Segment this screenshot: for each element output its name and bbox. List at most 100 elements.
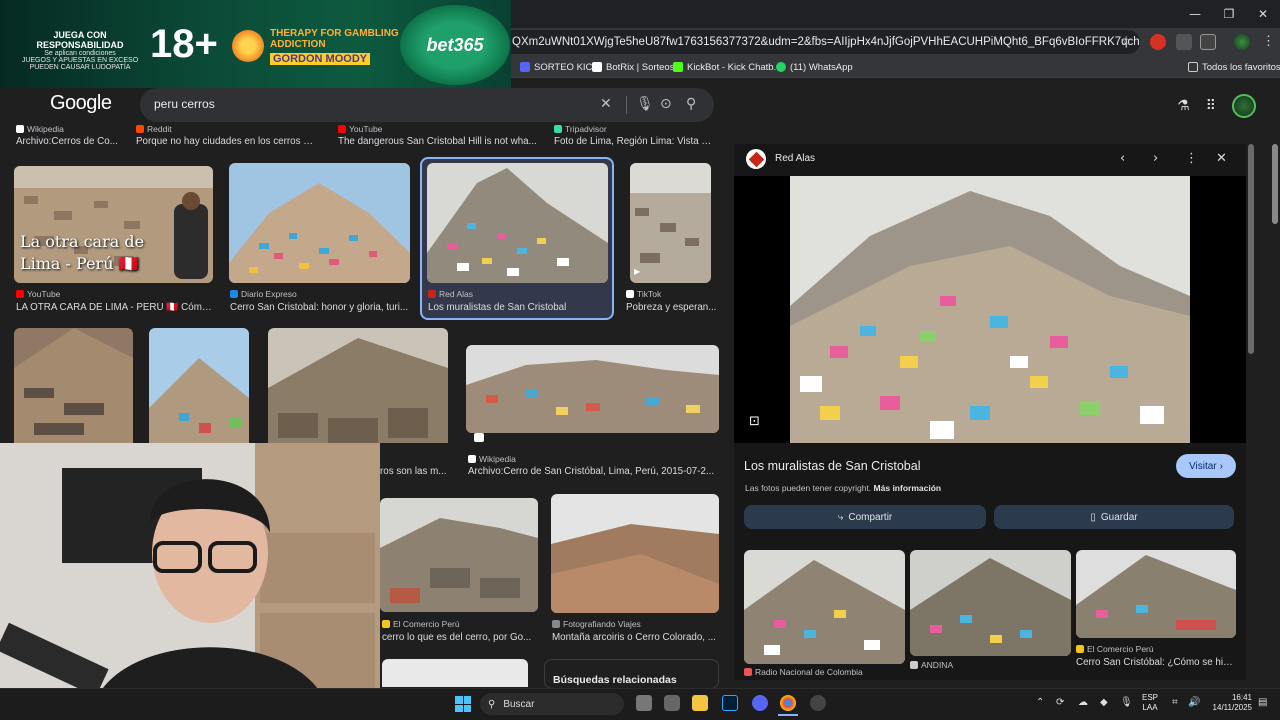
result-title[interactable]: Archivo:Cerros de Co... xyxy=(16,136,126,147)
result-image[interactable] xyxy=(268,328,448,443)
result-image[interactable] xyxy=(229,163,410,283)
rainbow-mountain-photo xyxy=(551,494,719,613)
all-bookmarks[interactable]: Todos los favoritos xyxy=(1188,56,1280,78)
onedrive-icon[interactable]: ☁ xyxy=(1078,697,1088,708)
related-image[interactable] xyxy=(910,550,1071,656)
result-title[interactable]: LA OTRA CARA DE LIMA - PERÚ 🇵🇪 Cómo ... xyxy=(16,302,214,313)
next-icon[interactable]: › xyxy=(1153,151,1158,166)
panel-title[interactable]: Los muralistas de San Cristobal xyxy=(744,459,920,473)
result-title[interactable]: The dangerous San Cristobal Hill is not … xyxy=(338,136,538,147)
search-input[interactable]: peru cerros xyxy=(154,97,215,111)
file-explorer-icon[interactable] xyxy=(692,695,708,711)
related-image[interactable] xyxy=(744,550,905,664)
panel-scrollbar[interactable] xyxy=(1248,144,1254,354)
bookmark-item[interactable]: (11) WhatsApp xyxy=(776,56,853,78)
tray-app-icon[interactable]: ◆ xyxy=(1100,697,1108,708)
chrome-icon[interactable] xyxy=(780,695,796,711)
app-icon[interactable] xyxy=(664,695,680,711)
bookmark-item[interactable]: BotRix | Sorteos xyxy=(592,56,674,78)
maximize-icon[interactable]: ❐ xyxy=(1212,0,1246,28)
save-button[interactable]: ▯ Guardar xyxy=(994,505,1234,529)
related-image[interactable] xyxy=(1076,550,1236,638)
volume-icon[interactable]: 🔊 xyxy=(1188,697,1200,708)
apps-grid-icon[interactable]: ⠿ xyxy=(1206,98,1216,114)
source-label: Reddit xyxy=(147,124,172,134)
result-title[interactable]: Pobreza y esperan... xyxy=(626,302,718,313)
labs-flask-icon[interactable]: ⚗ xyxy=(1177,98,1190,114)
result-image[interactable] xyxy=(380,498,538,612)
result-image[interactable]: ▶ xyxy=(630,163,711,283)
taskbar-search-label: Buscar xyxy=(503,698,535,710)
microphone-icon[interactable]: 🎙 xyxy=(1120,697,1133,708)
result-image[interactable] xyxy=(149,328,249,443)
result-source: El Comercio Perú xyxy=(382,619,460,629)
search-box[interactable]: peru cerros ✕ 🎙 ⊙ ⚲ xyxy=(140,88,714,122)
input-language[interactable]: ESP LAA xyxy=(1142,693,1158,713)
menu-kebab-icon[interactable]: ⋮ xyxy=(1262,33,1275,49)
result-title[interactable]: Foto de Lima, Región Lima: Vista C... xyxy=(554,136,714,147)
search-icon[interactable]: ⚲ xyxy=(686,96,696,112)
more-info-link[interactable]: Más información xyxy=(874,483,942,493)
tray-app-icon[interactable]: ⟳ xyxy=(1056,697,1064,708)
tray-chevron-icon[interactable]: ⌃ xyxy=(1036,697,1044,708)
windows-start-icon[interactable] xyxy=(455,696,471,712)
photoshop-icon[interactable] xyxy=(722,695,738,711)
result-image[interactable] xyxy=(427,163,608,283)
result-title[interactable]: Cerro San Cristobal: honor y gloria, tur… xyxy=(230,302,410,313)
close-icon[interactable]: ✕ xyxy=(1246,0,1280,28)
visit-button[interactable]: Visitar › xyxy=(1176,454,1236,478)
extension-icon[interactable] xyxy=(1176,34,1192,50)
close-panel-icon[interactable]: ✕ xyxy=(1216,151,1227,166)
result-image[interactable] xyxy=(466,345,719,433)
lang-layout: LAA xyxy=(1142,703,1158,712)
previous-icon[interactable]: ‹ xyxy=(1120,151,1125,166)
taskbar-search[interactable]: ⚲ Buscar xyxy=(480,693,624,715)
result-image[interactable]: La otra cara de Lima - Perú 🇵🇪 xyxy=(14,166,213,283)
result-title[interactable]: ros son las m... xyxy=(380,466,452,477)
bookmark-item[interactable]: SORTEO KICK xyxy=(520,56,599,78)
page-scrollbar[interactable] xyxy=(1272,144,1278,224)
discord-icon[interactable] xyxy=(752,695,768,711)
clock[interactable]: 16:41 14/11/2025 xyxy=(1208,693,1252,713)
result-title[interactable]: Los muralistas de San Cristobal xyxy=(428,302,608,313)
avatar[interactable] xyxy=(1232,94,1256,118)
network-icon[interactable]: ⌗ xyxy=(1172,697,1178,708)
result-source: YouTube xyxy=(338,124,382,134)
related-title[interactable]: Cerro San Cristóbal: ¿Cómo se hiz... xyxy=(1076,657,1236,668)
bookmark-star-icon[interactable]: ☆ xyxy=(1120,34,1132,49)
lens-search-icon[interactable]: ⊡ xyxy=(749,414,760,429)
bookmark-label: KickBot - Kick Chatb... xyxy=(687,61,782,73)
related-searches-title: Búsquedas relacionadas xyxy=(553,674,677,686)
related-searches-card[interactable]: Búsquedas relacionadas xyxy=(544,659,719,689)
share-label: Compartir xyxy=(848,511,893,523)
google-logo[interactable]: Google xyxy=(50,92,112,115)
microphone-icon[interactable]: 🎙 xyxy=(636,96,654,112)
result-title[interactable]: Archivo:Cerro de San Cristóbal, Lima, Pe… xyxy=(468,466,718,477)
clear-icon[interactable]: ✕ xyxy=(600,96,612,112)
notification-icon[interactable]: ▤ xyxy=(1258,697,1267,708)
address-bar[interactable]: QXm2uWNt01XWjgTe5heU87fw1763156377372&ud… xyxy=(500,30,1140,54)
tiktok-photo xyxy=(630,163,711,283)
more-options-icon[interactable]: ⋮ xyxy=(1185,151,1198,166)
result-title[interactable]: Montaña arcoiris o Cerro Colorado, ... xyxy=(552,632,718,643)
result-image[interactable] xyxy=(14,328,133,443)
result-image[interactable] xyxy=(551,494,719,613)
bookmark-item[interactable]: KickBot - Kick Chatb... xyxy=(673,56,782,78)
minimize-icon[interactable]: — xyxy=(1178,0,1212,28)
source-label: Diario Expreso xyxy=(241,289,297,299)
task-view-icon[interactable] xyxy=(636,695,652,711)
camera-lens-icon[interactable]: ⊙ xyxy=(660,96,672,112)
panel-source-label[interactable]: Red Alas xyxy=(775,153,815,164)
profile-icon[interactable] xyxy=(1234,34,1250,50)
share-button[interactable]: ⤷ Compartir xyxy=(744,505,986,529)
el-comercio-icon xyxy=(1076,645,1084,653)
result-title[interactable]: Porque no hay ciudades en los cerros d..… xyxy=(136,136,316,147)
source-label: Tripadvisor xyxy=(565,124,607,134)
search-icon: ⚲ xyxy=(488,698,496,710)
obs-icon[interactable] xyxy=(810,695,826,711)
extensions-puzzle-icon[interactable] xyxy=(1200,34,1216,50)
result-image[interactable] xyxy=(382,659,528,687)
preview-image[interactable] xyxy=(790,176,1190,443)
result-title[interactable]: cerro lo que es del cerro, por Go... xyxy=(382,632,538,643)
extension-icon[interactable] xyxy=(1150,34,1166,50)
